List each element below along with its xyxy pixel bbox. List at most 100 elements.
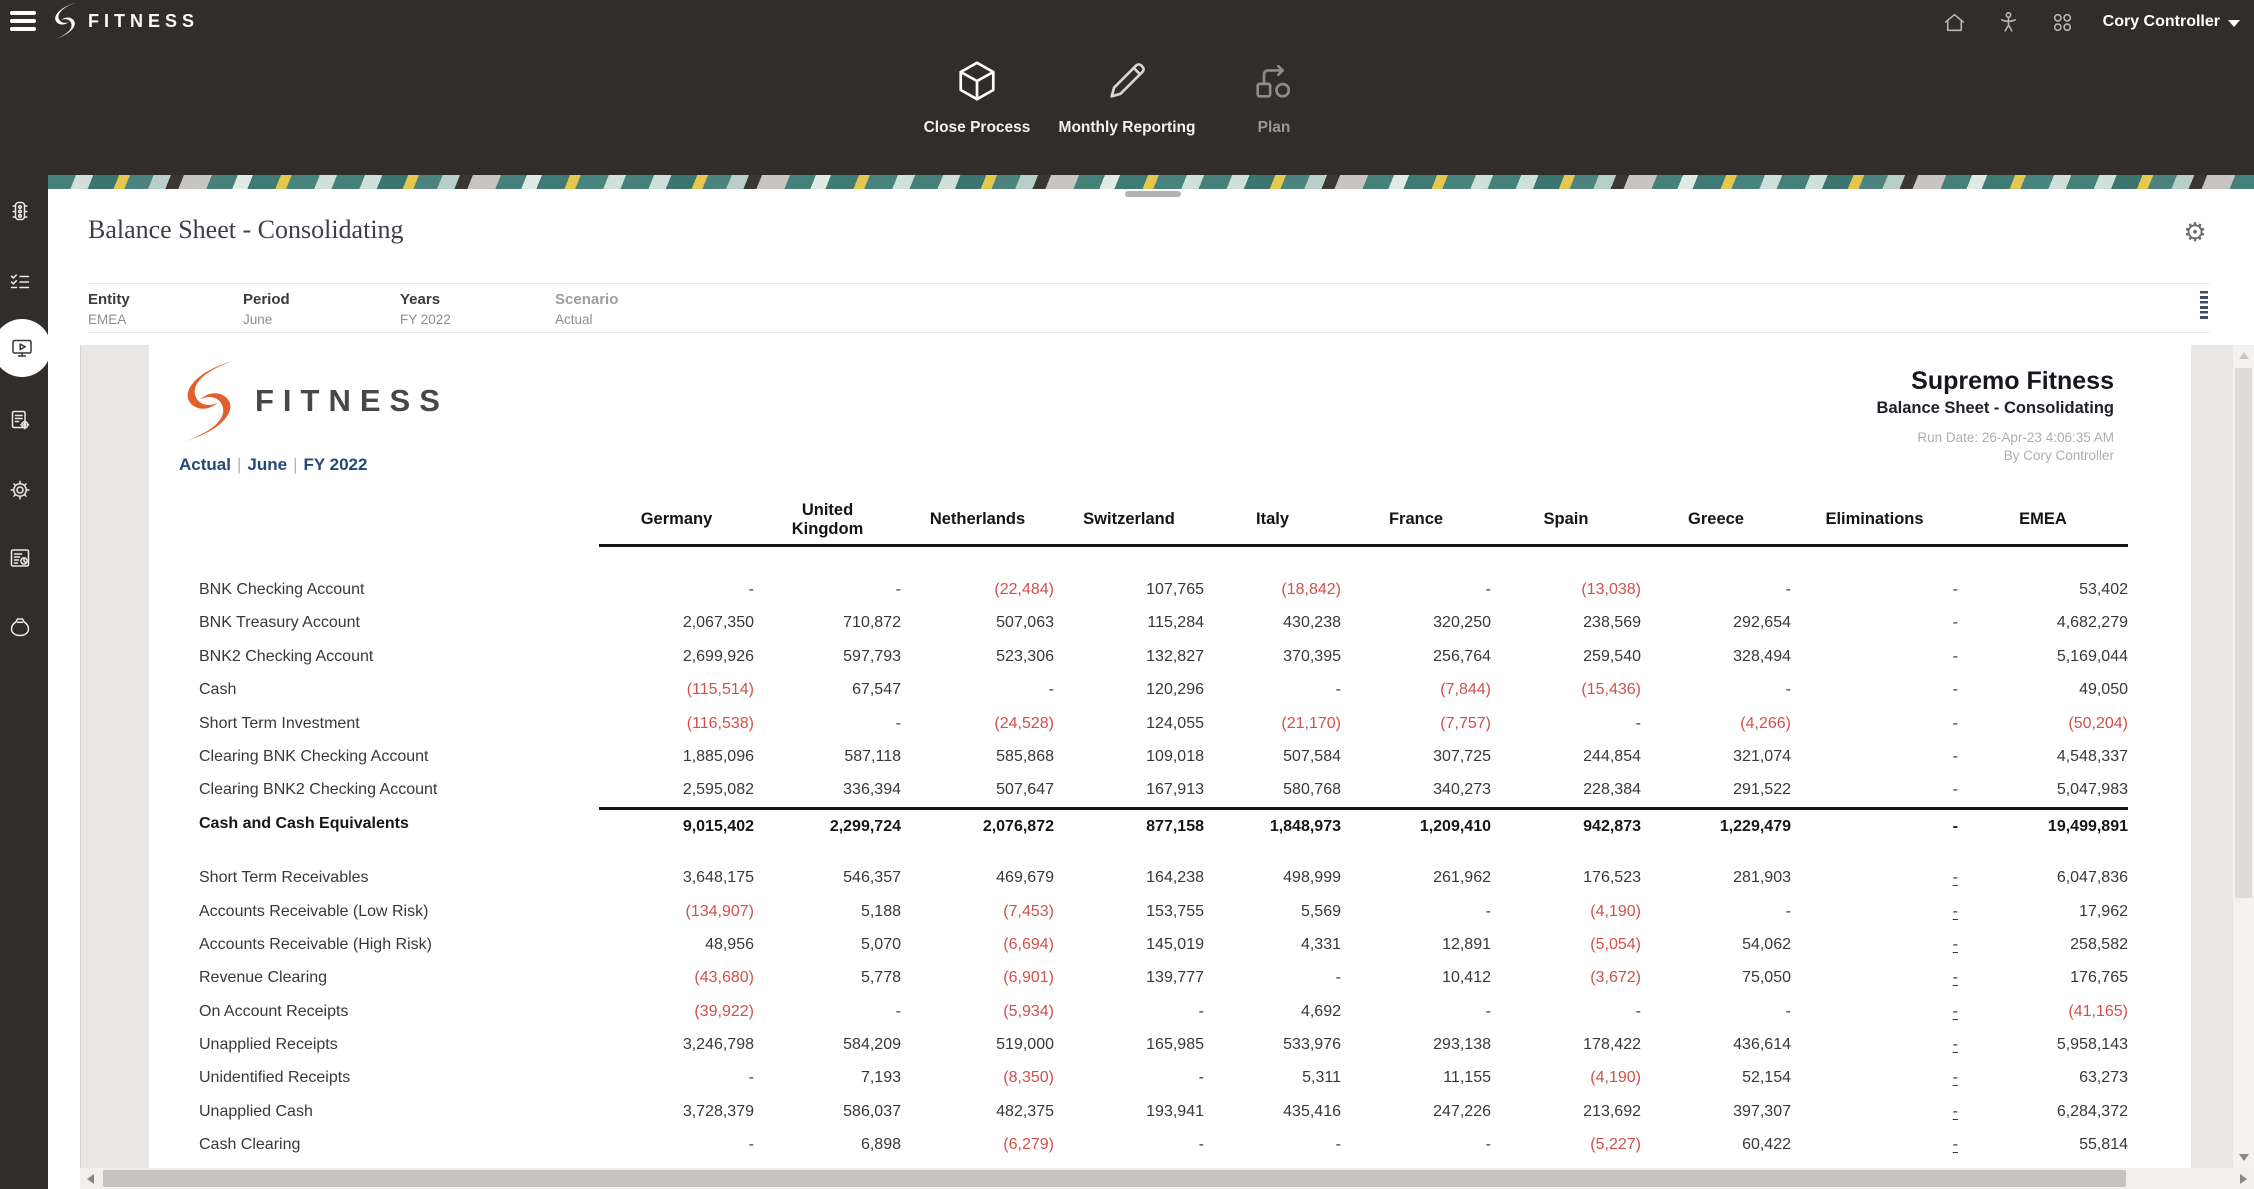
table-cell: -	[1341, 1128, 1491, 1161]
table-cell: 167,913	[1054, 773, 1204, 806]
money-bag-icon	[8, 615, 32, 639]
table-cell: 4,331	[1204, 928, 1341, 961]
table-cell: 19,499,891	[1958, 807, 2128, 840]
table-cell: -	[1791, 773, 1958, 806]
table-cell: 507,647	[901, 773, 1054, 806]
table-row: BNK Checking Account--(22,484)107,765(18…	[199, 573, 2128, 606]
table-cell: -	[599, 1061, 754, 1094]
table-cell: 238,569	[1491, 606, 1641, 639]
table-total-row: Cash and Cash Equivalents9,015,4022,299,…	[199, 807, 2128, 840]
apps-grid-icon[interactable]	[2049, 8, 2077, 36]
brand-logo: FITNESS	[50, 2, 199, 40]
table-cell: 293,138	[1341, 1028, 1491, 1061]
table-cell: 4,548,337	[1958, 740, 2128, 773]
sidebar-item-approvals[interactable]	[0, 183, 48, 239]
row-label: Cash and Cash Equivalents	[199, 807, 599, 840]
table-cell: -	[1341, 995, 1491, 1028]
pov-value: EMEA	[88, 312, 243, 327]
table-cell: 193,941	[1054, 1095, 1204, 1128]
sidebar-item-reports-player[interactable]	[0, 320, 48, 376]
home-icon[interactable]	[1941, 8, 1969, 36]
row-label: Clearing BNK Checking Account	[199, 740, 599, 773]
table-cell: 17,962	[1958, 895, 2128, 928]
table-cell: -	[1054, 1061, 1204, 1094]
plan-flow-icon	[1251, 58, 1297, 104]
table-cell: (7,453)	[901, 895, 1054, 928]
table-row: Accounts Receivable (High Risk)48,9565,0…	[199, 928, 2128, 961]
table-cell: (21,170)	[1204, 707, 1341, 740]
row-label: Unapplied Receipts	[199, 1028, 599, 1061]
table-cell: 244,854	[1491, 740, 1641, 773]
table-cell: 469,679	[901, 861, 1054, 894]
table-cell: 710,872	[754, 606, 901, 639]
table-cell: 507,063	[901, 606, 1054, 639]
column-header: Switzerland	[1054, 495, 1204, 547]
table-cell: 3,728,379	[599, 1095, 754, 1128]
table-row: Clearing BNK Checking Account1,885,09658…	[199, 740, 2128, 773]
sidebar-item-settings[interactable]	[0, 462, 48, 518]
table-cell: 5,311	[1204, 1061, 1341, 1094]
column-header: Eliminations	[1791, 495, 1958, 547]
user-menu[interactable]: Cory Controller	[2103, 13, 2240, 31]
table-cell: -	[1791, 861, 1958, 894]
sidebar	[0, 175, 48, 1189]
fitness-swoosh-icon	[177, 359, 241, 443]
pov-years[interactable]: Years FY 2022	[400, 284, 555, 332]
sidebar-item-currency[interactable]	[0, 599, 48, 655]
scroll-left-arrow-icon[interactable]	[80, 1168, 101, 1189]
row-label: Unapplied Cash	[199, 1095, 599, 1128]
table-cell: (115,514)	[599, 673, 754, 706]
pov-entity[interactable]: Entity EMEA	[88, 284, 243, 332]
table-row: Unidentified Receipts-7,193(8,350)-5,311…	[199, 1061, 2128, 1094]
row-label: Cash Clearing	[199, 1128, 599, 1161]
page-title: Balance Sheet - Consolidating	[88, 215, 404, 245]
table-cell: 292,654	[1641, 606, 1791, 639]
column-header: France	[1341, 495, 1491, 547]
table-cell: 498,999	[1204, 861, 1341, 894]
scroll-right-arrow-icon[interactable]	[2233, 1168, 2254, 1189]
hamburger-menu-icon[interactable]	[10, 11, 36, 31]
table-cell: 340,273	[1341, 773, 1491, 806]
row-label: BNK Checking Account	[199, 573, 599, 606]
table-cell: -	[1491, 707, 1641, 740]
table-cell: 5,778	[754, 961, 901, 994]
table-cell: -	[1054, 1128, 1204, 1161]
sidebar-item-report-documents[interactable]	[0, 530, 48, 586]
table-cell: -	[1791, 928, 1958, 961]
pov-label: Scenario	[555, 291, 715, 308]
table-cell: -	[1054, 995, 1204, 1028]
cash-section: BNK Checking Account--(22,484)107,765(18…	[199, 573, 2128, 840]
report-settings-gear-icon[interactable]: ⚙	[2180, 217, 2210, 247]
table-row: Unapplied Cash3,728,379586,037482,375193…	[199, 1095, 2128, 1128]
table-cell: 5,169,044	[1958, 640, 2128, 673]
table-row: Revenue Clearing(43,680)5,778(6,901)139,…	[199, 961, 2128, 994]
table-cell: 1,209,410	[1341, 807, 1491, 840]
table-row: Short Term Receivables3,648,175546,35746…	[199, 861, 2128, 894]
report-brand-name: FITNESS	[255, 383, 449, 419]
table-cell: -	[1204, 673, 1341, 706]
table-cell: 586,037	[754, 1095, 901, 1128]
table-cell: 1,229,479	[1641, 807, 1791, 840]
table-cell: (41,165)	[1958, 995, 2128, 1028]
scroll-up-arrow-icon[interactable]	[2233, 345, 2254, 366]
accessibility-icon[interactable]	[1995, 8, 2023, 36]
vertical-scrollbar[interactable]	[2233, 345, 2254, 1168]
horizontal-scrollbar-thumb[interactable]	[103, 1170, 2126, 1187]
table-cell: 60,422	[1641, 1128, 1791, 1161]
table-cell: -	[1791, 640, 1958, 673]
pov-period[interactable]: Period June	[243, 284, 400, 332]
table-cell: 75,050	[1641, 961, 1791, 994]
table-cell: -	[1641, 673, 1791, 706]
sidebar-item-rules[interactable]	[0, 392, 48, 448]
row-label: Cash	[199, 673, 599, 706]
nav-plan[interactable]: Plan	[1154, 58, 1394, 137]
fitness-swoosh-icon	[50, 2, 80, 40]
kebab-menu-icon[interactable]	[2200, 291, 2208, 321]
scroll-down-arrow-icon[interactable]	[2233, 1147, 2254, 1168]
horizontal-scrollbar[interactable]	[80, 1168, 2254, 1189]
panel-drag-handle[interactable]	[1125, 191, 1181, 197]
table-cell: 5,188	[754, 895, 901, 928]
table-cell: (5,054)	[1491, 928, 1641, 961]
vertical-scrollbar-thumb[interactable]	[2235, 368, 2252, 898]
sidebar-item-tasks[interactable]	[0, 254, 48, 310]
